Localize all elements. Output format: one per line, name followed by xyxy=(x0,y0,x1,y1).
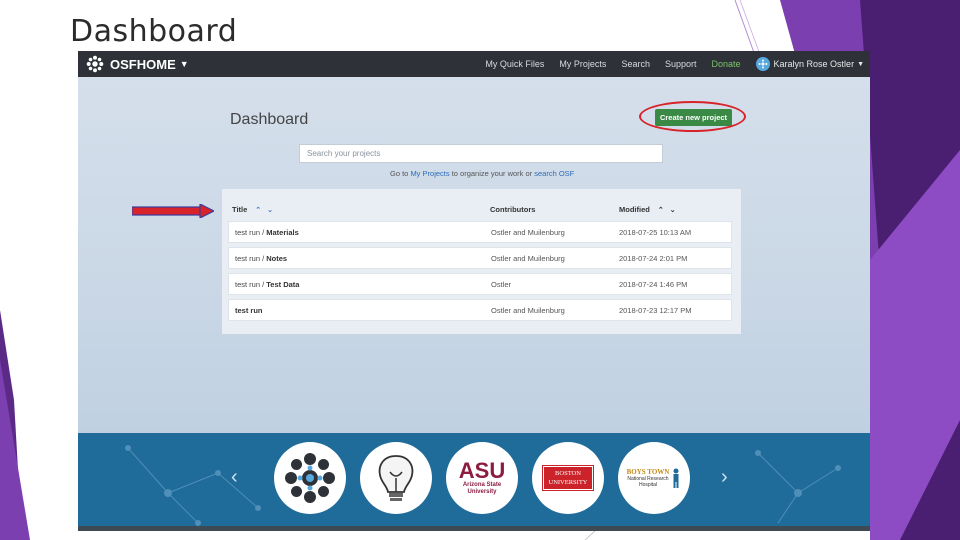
partner-logo-asu[interactable]: ASU Arizona State University xyxy=(446,442,518,514)
hint-middle: to organize your work or xyxy=(449,169,535,178)
person-icon xyxy=(673,468,679,488)
annotation-red-oval xyxy=(639,101,746,132)
row-title: test run / Test Data xyxy=(235,280,299,289)
row-modified: 2018-07-23 12:17 PM xyxy=(619,306,692,315)
lightbulb-icon xyxy=(378,455,414,501)
osf-home-menu[interactable]: OSF HOME ▼ xyxy=(86,55,189,73)
asu-mark: ASU xyxy=(458,458,506,483)
table-row[interactable]: test run / Notes Ostler and Muilenburg 2… xyxy=(228,247,732,269)
row-title-bold: Notes xyxy=(266,254,288,263)
table-row[interactable]: test run Ostler and Muilenburg 2018-07-2… xyxy=(228,299,732,321)
my-projects-link[interactable]: My Projects xyxy=(410,169,449,178)
chevron-left-icon[interactable]: ‹ xyxy=(231,466,238,489)
search-osf-link[interactable]: search OSF xyxy=(534,169,574,178)
row-modified: 2018-07-24 1:46 PM xyxy=(619,280,688,289)
row-modified: 2018-07-25 10:13 AM xyxy=(619,228,692,237)
row-title: test run / Notes xyxy=(235,254,287,263)
row-title-bold: test run xyxy=(235,306,263,315)
asu-line2: University xyxy=(467,489,497,495)
bu-line1: BOSTON xyxy=(555,470,581,477)
dashboard-heading: Dashboard xyxy=(230,111,309,128)
row-title-prefix: test run / xyxy=(235,228,267,237)
user-caret-icon: ▼ xyxy=(857,60,864,68)
asu-line1: Arizona State xyxy=(462,482,502,488)
bu-line2: UNIVERSITY xyxy=(548,479,588,486)
sort-desc-icon[interactable]: ⌄ xyxy=(267,206,273,214)
sort-desc-icon[interactable]: ⌄ xyxy=(670,206,676,214)
col-title-label: Title xyxy=(232,205,248,214)
partner-carousel: ‹ › ASU Arizona State University BOSTON … xyxy=(78,433,870,526)
user-avatar-icon xyxy=(755,57,770,71)
col-modified[interactable]: Modified ⌃ ⌄ xyxy=(619,205,676,214)
chevron-right-icon[interactable]: › xyxy=(721,466,728,489)
col-title[interactable]: Title ⌃ ⌄ xyxy=(232,205,273,214)
brand-home-text: HOME xyxy=(136,56,176,72)
asu-logo: ASU Arizona State University xyxy=(459,460,505,496)
nav-search[interactable]: Search xyxy=(621,59,650,69)
osf-logo-icon xyxy=(285,453,335,503)
row-title-bold: Materials xyxy=(266,228,299,237)
sort-asc-icon[interactable]: ⌃ xyxy=(658,206,664,214)
boys-town-logo: BOYS TOWN National Research Hospital xyxy=(627,468,682,488)
search-projects-input[interactable]: Search your projects xyxy=(299,144,663,163)
sort-asc-icon[interactable]: ⌃ xyxy=(255,206,261,214)
row-contributors: Ostler and Muilenburg xyxy=(491,228,565,237)
row-contributors: Ostler xyxy=(491,280,512,289)
hint-prefix: Go to xyxy=(390,169,411,178)
row-title-prefix: test run / xyxy=(235,254,267,263)
nav-my-projects[interactable]: My Projects xyxy=(559,59,606,69)
nav-support[interactable]: Support xyxy=(665,59,697,69)
partner-logo-lightbulb[interactable] xyxy=(360,442,432,514)
row-title: test run xyxy=(235,306,263,315)
row-title-prefix: test run / xyxy=(235,280,267,289)
footer-bottom-bar xyxy=(78,526,870,531)
osf-logo-icon xyxy=(86,55,104,73)
projects-table: Title ⌃ ⌄ Contributors Modified ⌃ ⌄ test… xyxy=(222,189,741,334)
partner-logo-boys-town[interactable]: BOYS TOWN National Research Hospital xyxy=(618,442,690,514)
col-contributors: Contributors xyxy=(490,205,535,214)
nav-donate[interactable]: Donate xyxy=(712,59,741,69)
bt-line3: Hospital xyxy=(638,482,658,488)
table-row[interactable]: test run / Test Data Ostler 2018-07-24 1… xyxy=(228,273,732,295)
user-menu[interactable]: Karalyn Rose Ostler ▼ xyxy=(755,57,864,71)
organize-hint: Go to My Projects to organize your work … xyxy=(390,169,574,178)
partner-logo-osf[interactable] xyxy=(274,442,346,514)
col-contributors-label: Contributors xyxy=(490,205,536,214)
nav-links: My Quick Files My Projects Search Suppor… xyxy=(485,51,870,77)
partner-logo-boston-university[interactable]: BOSTON UNIVERSITY xyxy=(532,442,604,514)
row-contributors: Ostler and Muilenburg xyxy=(491,254,565,263)
row-title-bold: Test Data xyxy=(266,280,300,289)
table-row[interactable]: test run / Materials Ostler and Muilenbu… xyxy=(228,221,732,243)
caret-down-icon: ▼ xyxy=(179,59,189,69)
red-arrow-icon xyxy=(132,204,214,218)
top-navbar: OSF HOME ▼ My Quick Files My Projects Se… xyxy=(78,51,870,77)
search-placeholder: Search your projects xyxy=(307,149,381,158)
nav-my-quick-files[interactable]: My Quick Files xyxy=(485,59,544,69)
col-modified-label: Modified xyxy=(619,205,650,214)
table-header: Title ⌃ ⌄ Contributors Modified ⌃ ⌄ xyxy=(222,189,741,219)
osf-screenshot: OSF HOME ▼ My Quick Files My Projects Se… xyxy=(78,51,870,531)
slide-title: Dashboard xyxy=(70,14,238,49)
row-title: test run / Materials xyxy=(235,228,299,237)
row-modified: 2018-07-24 2:01 PM xyxy=(619,254,688,263)
user-name: Karalyn Rose Ostler xyxy=(773,59,855,69)
bt-line1: BOYS TOWN xyxy=(626,468,670,476)
bu-logo: BOSTON UNIVERSITY xyxy=(542,465,594,491)
row-contributors: Ostler and Muilenburg xyxy=(491,306,565,315)
brand-osf-text: OSF xyxy=(110,56,137,72)
